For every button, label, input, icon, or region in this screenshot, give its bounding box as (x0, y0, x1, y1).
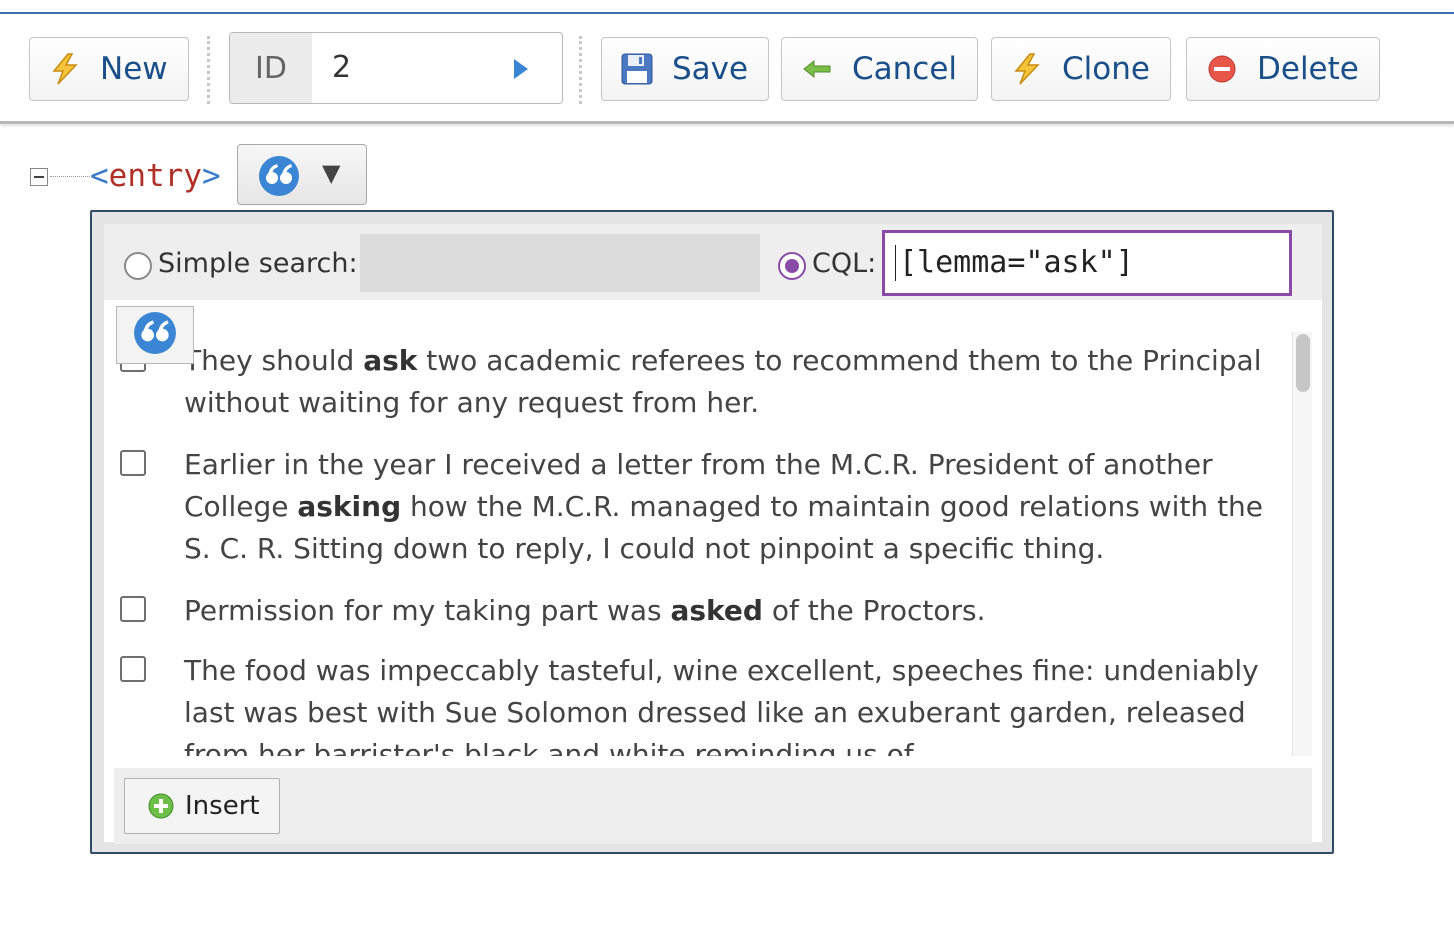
results-scrollbar[interactable] (1292, 332, 1312, 756)
example-search-panel: Simple search: CQL: [lemma="ask"] They s… (90, 210, 1334, 854)
result-checkbox[interactable] (120, 450, 146, 476)
quote-button[interactable] (116, 306, 194, 364)
insert-button[interactable]: Insert (124, 778, 280, 834)
simple-search-radio[interactable] (124, 252, 152, 280)
result-checkbox[interactable] (120, 656, 146, 682)
collapse-toggle-icon[interactable] (30, 168, 48, 186)
id-input[interactable]: 2 (332, 33, 351, 103)
delete-circle-icon (1208, 55, 1236, 83)
back-arrow-icon (803, 59, 831, 79)
result-text: Permission for my taking part was asked … (184, 594, 986, 627)
quote-icon (134, 312, 176, 354)
toolbar: New ID 2 Save Cancel Clone Delete (0, 14, 1454, 124)
floppy-disk-icon (621, 53, 653, 85)
cql-label: CQL: (812, 248, 877, 279)
save-button-label: Save (672, 51, 749, 87)
new-button-label: New (100, 51, 168, 87)
example-picker-dropdown[interactable]: ▼ (237, 144, 367, 205)
clone-button-label: Clone (1062, 51, 1150, 87)
result-text: They should ask two academic referees to… (184, 344, 1262, 419)
insert-button-label: Insert (185, 791, 260, 821)
simple-search-input[interactable] (360, 234, 760, 292)
entry-element-tag[interactable]: <entry> (90, 158, 221, 194)
id-field: ID 2 (229, 32, 563, 104)
chevron-down-icon: ▼ (322, 159, 341, 187)
clone-button[interactable]: Clone (991, 37, 1171, 101)
result-text: The food was impeccably tasteful, wine e… (184, 654, 1259, 756)
new-button[interactable]: New (29, 37, 189, 101)
result-checkbox[interactable] (120, 596, 146, 622)
lightning-icon (52, 53, 78, 85)
cancel-button[interactable]: Cancel (781, 37, 979, 101)
toolbar-separator (579, 36, 582, 104)
results-list: They should ask two academic referees to… (104, 320, 1322, 756)
tree-connector (50, 176, 90, 177)
cancel-button-label: Cancel (852, 51, 958, 87)
search-bar: Simple search: CQL: [lemma="ask"] (104, 224, 1322, 300)
scrollbar-thumb[interactable] (1296, 334, 1310, 392)
cql-radio[interactable] (778, 252, 806, 280)
result-text: Earlier in the year I received a letter … (184, 448, 1264, 565)
go-arrow-icon[interactable] (512, 57, 530, 81)
simple-search-label: Simple search: (158, 248, 358, 279)
save-button[interactable]: Save (601, 37, 770, 101)
quote-icon (259, 156, 299, 196)
id-label: ID (230, 33, 312, 103)
toolbar-separator (207, 36, 210, 104)
plus-circle-icon (148, 793, 174, 819)
delete-button[interactable]: Delete (1186, 37, 1380, 101)
cql-input[interactable]: [lemma="ask"] (882, 230, 1292, 296)
lightning-icon (1014, 53, 1040, 85)
panel-body: Simple search: CQL: [lemma="ask"] They s… (104, 224, 1322, 844)
delete-button-label: Delete (1257, 51, 1359, 87)
panel-footer: Insert (114, 768, 1312, 844)
